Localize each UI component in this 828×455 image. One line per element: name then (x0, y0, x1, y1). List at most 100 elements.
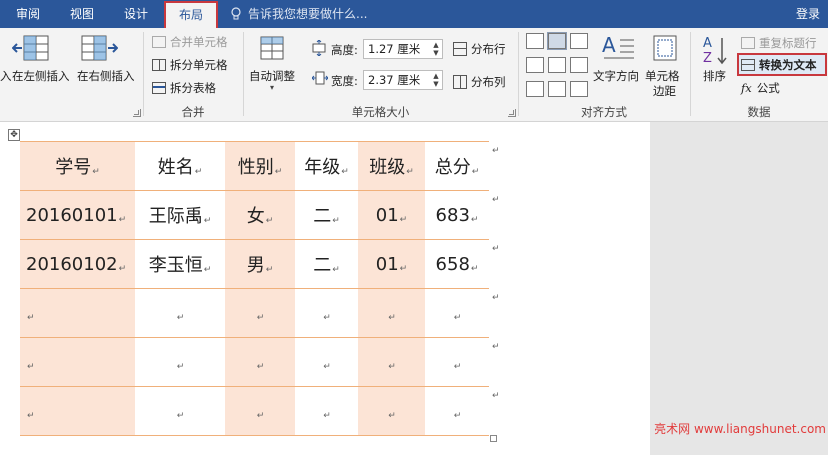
table-cell[interactable]: ↵ (358, 386, 425, 436)
distribute-rows-button[interactable]: 分布行 (453, 41, 506, 57)
login-link[interactable]: 登录 (796, 0, 820, 28)
table-cell[interactable]: 班级↵ (358, 141, 425, 191)
spin-arrows-icon[interactable]: ▲ ▼ (432, 72, 440, 88)
insert-left-button[interactable]: 在左侧插入 (12, 68, 70, 84)
tab-layout[interactable]: 布局 (164, 1, 218, 28)
distribute-rows-icon (453, 42, 467, 56)
table-cell[interactable]: 01↵ (358, 190, 425, 240)
table-cell[interactable]: ↵ (20, 288, 135, 338)
table-cell[interactable]: ↵ (425, 386, 489, 436)
align-top-center-icon[interactable] (547, 32, 567, 50)
table-cell[interactable]: ↵ (358, 337, 425, 387)
cell-margins-button[interactable]: 单元格 (645, 68, 680, 84)
table-resize-handle[interactable] (490, 435, 497, 442)
table-cell[interactable]: 王际禹↵ (135, 190, 225, 240)
cell-text: 姓名 (157, 157, 194, 178)
cell-text: 年级 (304, 157, 341, 178)
insert-right-icon (78, 34, 119, 67)
align-bottom-center-icon[interactable] (548, 81, 566, 97)
autofit-dropdown-icon[interactable]: ▾ (270, 83, 274, 92)
convert-to-text-icon (741, 59, 755, 71)
table-cell[interactable]: ↵ (295, 288, 358, 338)
align-top-left-icon[interactable] (526, 33, 544, 49)
col-width-input[interactable]: 2.37 厘米 ▲ ▼ (363, 70, 443, 90)
table-cell[interactable]: 658↵ (425, 239, 489, 289)
cell-end-mark-icon: ↵ (323, 410, 331, 421)
cell-text: 李玉恒 (148, 255, 203, 276)
col-width-label: 宽度: (331, 74, 358, 88)
repeat-header-icon (741, 37, 755, 49)
tell-me-search[interactable]: 告诉我您想要做什么... (230, 0, 367, 28)
autofit-button[interactable]: 自动调整 (249, 68, 295, 84)
repeat-header-button[interactable]: 重复标题行 (741, 35, 817, 51)
tab-design[interactable]: 设计 (108, 0, 164, 28)
table-cell[interactable]: ↵ (135, 386, 225, 436)
table-cell[interactable]: ↵ (295, 386, 358, 436)
align-middle-right-icon[interactable] (570, 57, 588, 73)
align-middle-center-icon[interactable] (548, 57, 566, 73)
text-direction-button[interactable]: 文字方向 (593, 68, 639, 84)
merge-cells-button[interactable]: 合并单元格 (152, 34, 228, 50)
table-cell[interactable]: 683↵ (425, 190, 489, 240)
spin-arrows-icon[interactable]: ▲ ▼ (432, 41, 440, 57)
insert-right-button[interactable]: 在右侧插入 (77, 68, 135, 84)
table-cell[interactable]: ↵ (135, 288, 225, 338)
table-cell[interactable]: ↵ (425, 337, 489, 387)
table-cell[interactable]: 01↵ (358, 239, 425, 289)
cell-size-launcher-icon[interactable] (508, 109, 516, 117)
cell-text: 20160101 (26, 204, 118, 226)
table-cell[interactable]: ↵ (225, 288, 295, 338)
table-cell[interactable]: ↵ (295, 337, 358, 387)
table-cell[interactable]: 姓名↵ (135, 141, 225, 191)
distribute-cols-icon (453, 75, 467, 89)
table-cell[interactable]: ↵ (225, 337, 295, 387)
split-table-button[interactable]: 拆分表格 (152, 80, 216, 96)
data-group-label: 数据 (747, 105, 771, 119)
formula-button[interactable]: fx 公式 (741, 80, 780, 96)
tab-review[interactable]: 审阅 (0, 0, 56, 28)
table-cell[interactable]: ↵ (20, 337, 135, 387)
table-cell[interactable]: ↵ (20, 386, 135, 436)
cell-text: 二 (313, 255, 332, 276)
table-cell[interactable]: 性别↵ (225, 141, 295, 191)
row-height-input[interactable]: 1.27 厘米 ▲ ▼ (363, 39, 443, 59)
table-cell[interactable]: 女↵ (225, 190, 295, 240)
table-cell[interactable]: ↵ (225, 386, 295, 436)
convert-to-text-button[interactable]: 转换为文本 (741, 57, 817, 73)
alignment-group-label: 对齐方式 (581, 105, 627, 119)
table-move-handle-icon[interactable]: ✥ (8, 129, 20, 141)
row-end-mark-icon: ↵ (492, 146, 500, 156)
table-cell[interactable]: 李玉恒↵ (135, 239, 225, 289)
distribute-cols-button[interactable]: 分布列 (453, 74, 506, 90)
sort-button[interactable]: 排序 (703, 68, 726, 84)
rows-cols-launcher-icon[interactable] (133, 109, 141, 117)
table-cell[interactable]: 总分↵ (425, 141, 489, 191)
formula-icon: fx (741, 81, 752, 95)
table-cell[interactable]: ↵ (358, 288, 425, 338)
align-bottom-right-icon[interactable] (570, 81, 588, 97)
table-cell[interactable]: 20160101↵ (20, 190, 135, 240)
align-bottom-left-icon[interactable] (526, 81, 544, 97)
cell-end-mark-icon: ↵ (470, 214, 479, 225)
tab-view[interactable]: 视图 (56, 0, 108, 28)
cell-end-mark-icon: ↵ (118, 263, 127, 274)
align-top-right-icon[interactable] (570, 33, 588, 49)
text-direction-icon: A (600, 32, 636, 67)
split-cells-button[interactable]: 拆分单元格 (152, 57, 228, 73)
cell-end-mark-icon: ↵ (27, 410, 35, 421)
cell-margins-icon (652, 34, 678, 65)
table-cell[interactable]: 学号↵ (20, 141, 135, 191)
align-middle-left-icon[interactable] (526, 57, 544, 73)
row-height-icon (312, 39, 326, 59)
table-cell[interactable]: 二↵ (295, 190, 358, 240)
table-cell[interactable]: 20160102↵ (20, 239, 135, 289)
table-cell[interactable]: 年级↵ (295, 141, 358, 191)
table-cell[interactable]: ↵ (135, 337, 225, 387)
svg-text:Z: Z (703, 51, 712, 66)
cell-text: 性别 (237, 157, 274, 178)
table-cell[interactable]: ↵ (425, 288, 489, 338)
title-tab-bar: 审阅 视图 设计 布局 告诉我您想要做什么... 登录 (0, 0, 828, 28)
table-cell[interactable]: 二↵ (295, 239, 358, 289)
table-cell[interactable]: 男↵ (225, 239, 295, 289)
insert-left-icon (11, 34, 52, 67)
